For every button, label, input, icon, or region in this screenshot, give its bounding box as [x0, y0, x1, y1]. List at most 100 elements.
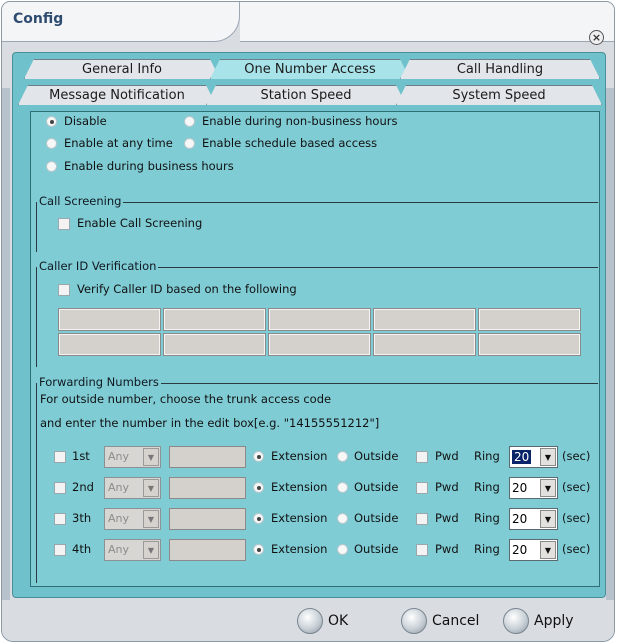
- apply-button[interactable]: Apply: [503, 606, 574, 636]
- caller-id-cell[interactable]: [58, 308, 161, 331]
- caller-id-cell[interactable]: [268, 333, 371, 356]
- ring-label: Ring: [474, 480, 500, 494]
- forward-1st-ring-select[interactable]: 20 ▼: [509, 446, 558, 468]
- chevron-down-icon[interactable]: ▼: [540, 541, 556, 559]
- verify-caller-id-label: Verify Caller ID based on the following: [77, 282, 297, 296]
- extension-label: Extension: [271, 542, 328, 556]
- forward-4th-number-input[interactable]: [169, 539, 246, 561]
- ok-button-label: OK: [328, 613, 349, 629]
- forward-1st-label: 1st: [72, 449, 90, 463]
- caller-id-cell[interactable]: [58, 333, 161, 356]
- forward-3th-trunk-select[interactable]: Any ▼: [104, 508, 161, 530]
- chevron-down-icon[interactable]: ▼: [540, 510, 556, 528]
- tab-general-info[interactable]: General Info: [24, 59, 220, 79]
- forward-3th-extension-radio[interactable]: [253, 513, 264, 524]
- radio-disable-label: Disable: [64, 114, 107, 128]
- extension-label: Extension: [271, 480, 328, 494]
- config-window: Config × General Info One Number Access …: [1, 1, 615, 642]
- forward-4th-trunk-select[interactable]: Any ▼: [104, 539, 161, 561]
- ring-label: Ring: [474, 511, 500, 525]
- tab-call-handling[interactable]: Call Handling: [400, 59, 600, 79]
- chevron-down-icon[interactable]: ▼: [540, 448, 556, 466]
- forward-3th-number-input[interactable]: [169, 508, 246, 530]
- ring-value: 20: [512, 512, 528, 526]
- forward-1st-checkbox[interactable]: [54, 451, 66, 463]
- caller-id-cell[interactable]: [373, 333, 476, 356]
- forward-4th-extension-radio[interactable]: [253, 544, 264, 555]
- close-icon[interactable]: ×: [589, 30, 604, 45]
- chevron-down-icon[interactable]: ▼: [540, 479, 556, 497]
- forward-4th-ring-select[interactable]: 20 ▼: [509, 539, 558, 561]
- verify-caller-id-checkbox[interactable]: [58, 284, 70, 296]
- seconds-label: (sec): [562, 449, 591, 463]
- chevron-down-icon[interactable]: ▼: [143, 541, 159, 559]
- forward-3th-checkbox[interactable]: [54, 513, 66, 525]
- cancel-button[interactable]: Cancel: [401, 606, 479, 636]
- forward-4th-label: 4th: [72, 542, 92, 556]
- caller-id-cell[interactable]: [478, 308, 581, 331]
- pwd-label: Pwd: [435, 480, 459, 494]
- left-edge: [2, 88, 10, 608]
- radio-business-hours-label: Enable during business hours: [64, 159, 234, 173]
- forward-2nd-checkbox[interactable]: [54, 482, 66, 494]
- title-tab: Config: [2, 2, 240, 42]
- caller-id-cell[interactable]: [373, 308, 476, 331]
- forward-1st-number-input[interactable]: [169, 446, 246, 468]
- forward-1st-extension-radio[interactable]: [253, 451, 264, 462]
- forward-2nd-label: 2nd: [72, 480, 94, 494]
- ring-value: 20: [512, 543, 528, 557]
- forward-4th-checkbox[interactable]: [54, 544, 66, 556]
- caller-id-cell[interactable]: [268, 308, 371, 331]
- forward-2nd-trunk-select[interactable]: Any ▼: [104, 477, 161, 499]
- ring-value: 20: [512, 481, 528, 495]
- chevron-down-icon[interactable]: ▼: [143, 448, 159, 466]
- forward-4th-pwd-checkbox[interactable]: [416, 544, 428, 556]
- extension-label: Extension: [271, 449, 328, 463]
- radio-disable[interactable]: [46, 116, 57, 127]
- forward-2nd-ring-select[interactable]: 20 ▼: [509, 477, 558, 499]
- trunk-value: Any: [108, 512, 130, 525]
- tab-one-number-access[interactable]: One Number Access: [210, 59, 410, 79]
- radio-any-time[interactable]: [46, 138, 57, 149]
- forward-3th-pwd-checkbox[interactable]: [416, 513, 428, 525]
- caller-id-title: Caller ID Verification: [37, 259, 159, 273]
- forward-3th-outside-radio[interactable]: [337, 513, 348, 524]
- extension-label: Extension: [271, 511, 328, 525]
- ring-label: Ring: [474, 542, 500, 556]
- forward-1st-outside-radio[interactable]: [337, 451, 348, 462]
- outside-label: Outside: [354, 480, 399, 494]
- trunk-value: Any: [108, 543, 130, 556]
- chevron-down-icon[interactable]: ▼: [143, 479, 159, 497]
- cancel-button-icon: [401, 608, 427, 634]
- tab-station-speed[interactable]: Station Speed: [206, 85, 406, 105]
- chevron-down-icon[interactable]: ▼: [143, 510, 159, 528]
- caller-id-cell[interactable]: [478, 333, 581, 356]
- forward-2nd-outside-radio[interactable]: [337, 482, 348, 493]
- forward-2nd-pwd-checkbox[interactable]: [416, 482, 428, 494]
- ring-label: Ring: [474, 449, 500, 463]
- radio-any-time-label: Enable at any time: [64, 136, 173, 150]
- ok-button[interactable]: OK: [297, 606, 348, 636]
- enable-call-screening-checkbox[interactable]: [58, 218, 70, 230]
- caller-id-cell[interactable]: [163, 308, 266, 331]
- trunk-value: Any: [108, 450, 130, 463]
- forward-1st-trunk-select[interactable]: Any ▼: [104, 446, 161, 468]
- forward-4th-outside-radio[interactable]: [337, 544, 348, 555]
- tab-message-notification[interactable]: Message Notification: [18, 85, 216, 105]
- radio-non-business-hours-label: Enable during non-business hours: [202, 114, 398, 128]
- radio-non-business-hours[interactable]: [184, 116, 195, 127]
- forward-1st-pwd-checkbox[interactable]: [416, 451, 428, 463]
- radio-business-hours[interactable]: [46, 161, 57, 172]
- radio-schedule-based-label: Enable schedule based access: [202, 136, 378, 150]
- apply-button-icon: [503, 608, 529, 634]
- outside-label: Outside: [354, 449, 399, 463]
- forward-2nd-number-input[interactable]: [169, 477, 246, 499]
- tab-system-speed[interactable]: System Speed: [396, 85, 602, 105]
- radio-schedule-based[interactable]: [184, 138, 195, 149]
- call-screening-title: Call Screening: [37, 194, 124, 208]
- forward-3th-label: 3th: [72, 511, 92, 525]
- forward-3th-ring-select[interactable]: 20 ▼: [509, 508, 558, 530]
- caller-id-cell[interactable]: [163, 333, 266, 356]
- pwd-label: Pwd: [435, 449, 459, 463]
- forward-2nd-extension-radio[interactable]: [253, 482, 264, 493]
